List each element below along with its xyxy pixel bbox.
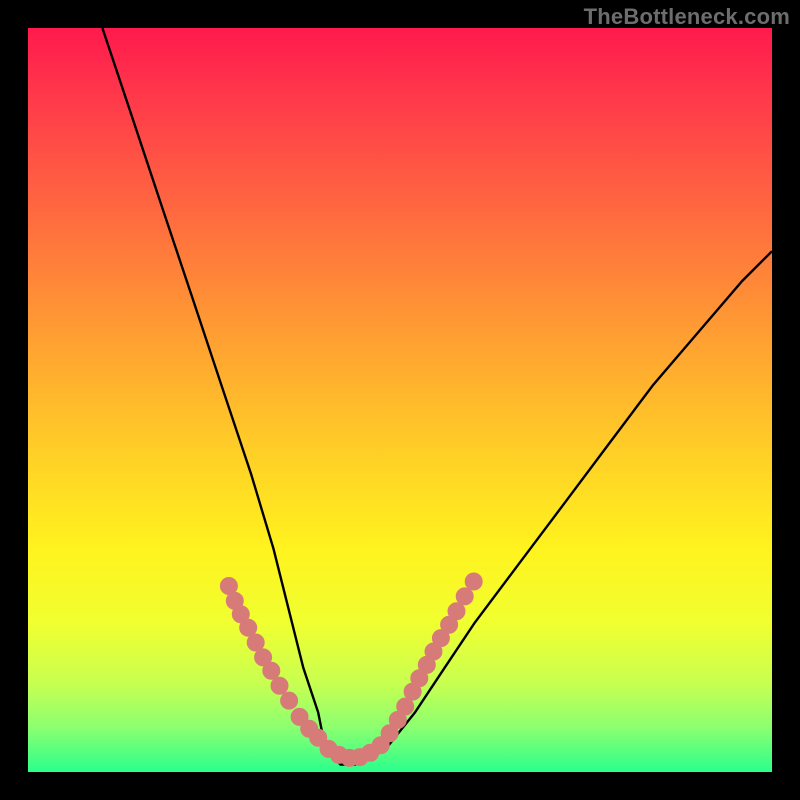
chart-frame: TheBottleneck.com (0, 0, 800, 800)
highlight-dot (456, 588, 473, 605)
watermark-text: TheBottleneck.com (584, 4, 790, 30)
highlight-dot (247, 634, 264, 651)
highlight-dot (263, 662, 280, 679)
chart-svg (28, 28, 772, 772)
highlight-dot (281, 692, 298, 709)
highlight-dot (448, 603, 465, 620)
highlight-dot (271, 677, 288, 694)
highlight-dot (397, 698, 414, 715)
highlight-dot (465, 573, 482, 590)
chart-plot-area (28, 28, 772, 772)
